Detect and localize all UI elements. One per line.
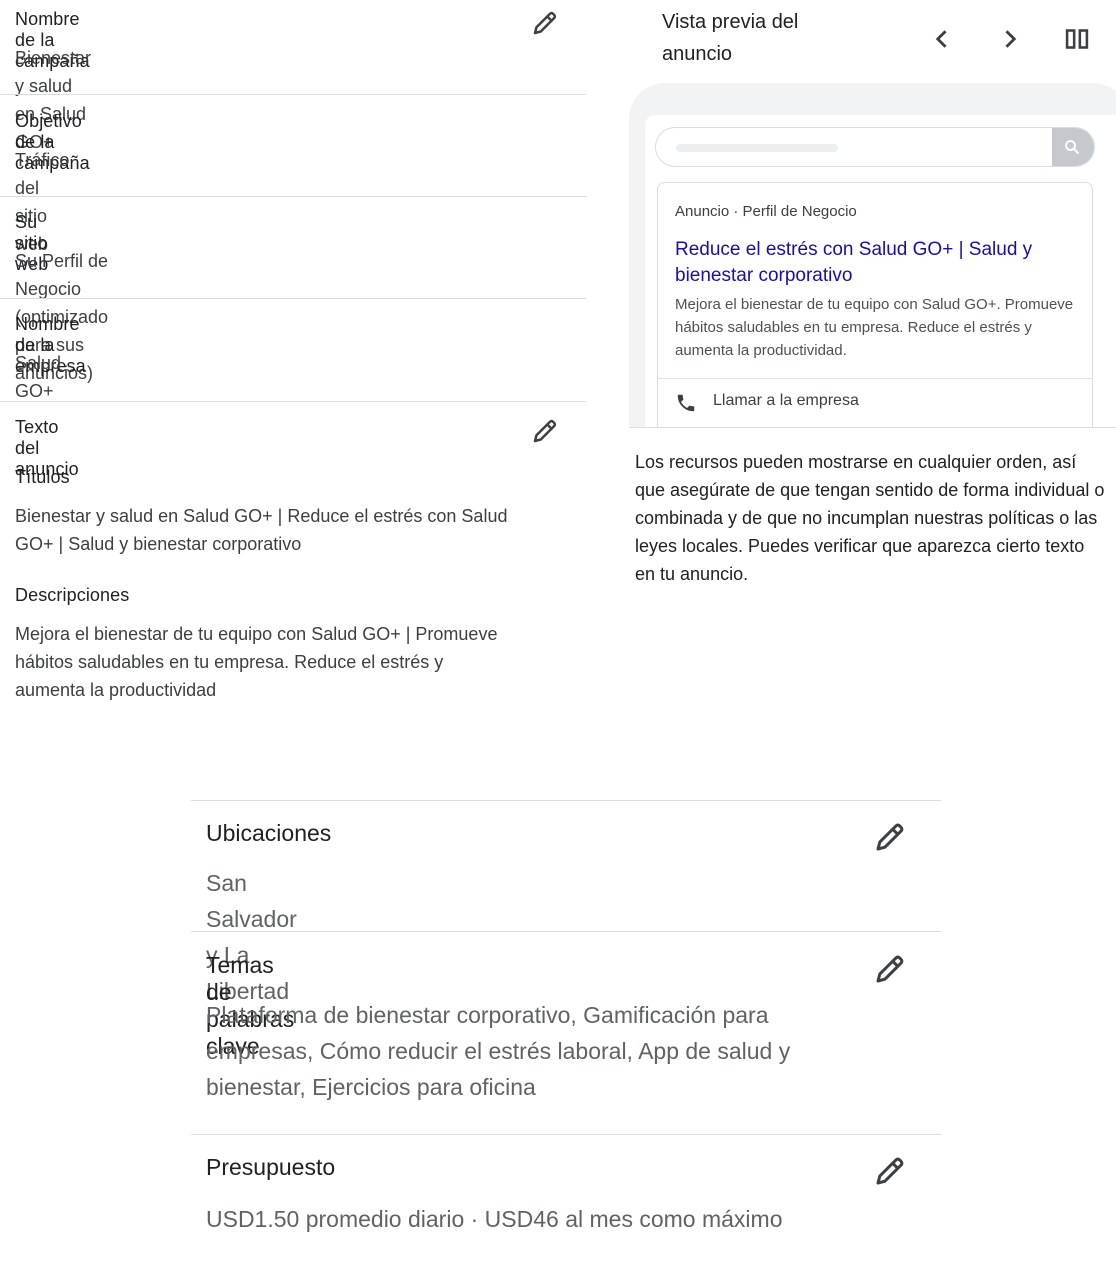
pencil-icon — [876, 823, 904, 851]
divider — [0, 196, 586, 197]
budget-label: Presupuesto — [206, 1154, 336, 1180]
business-name-value: Salud GO+ — [15, 353, 62, 401]
assets-notice: Los recursos pueden mostrarse en cualqui… — [635, 452, 1105, 584]
ad-meta-label: Anuncio · Perfil de Negocio — [675, 203, 857, 220]
pencil-icon — [876, 1157, 904, 1185]
chevron-left-icon — [935, 30, 947, 48]
ad-preview-title: Vista previa del anuncio — [662, 11, 799, 65]
titles-value: Bienestar y salud en Salud GO+ | Reduce … — [15, 506, 508, 554]
locations-label: Ubicaciones — [206, 820, 332, 846]
chevron-right-icon — [1005, 30, 1017, 48]
edit-keywords-button[interactable] — [872, 951, 908, 987]
search-icon — [1065, 140, 1079, 154]
pencil-icon — [876, 955, 904, 983]
ad-headline-link[interactable]: Reduce el estrés con Salud GO+ | Salud y… — [675, 237, 1075, 289]
ad-description: Mejora el bienestar de tu equipo con Sal… — [675, 296, 1074, 359]
divider — [191, 1134, 941, 1135]
divider — [0, 94, 586, 95]
previous-preview-button[interactable] — [925, 22, 959, 56]
next-preview-button[interactable] — [993, 22, 1027, 56]
call-business-button[interactable]: Llamar a la empresa — [675, 389, 935, 417]
keywords-value: Plataforma de bienestar corporativo, Gam… — [206, 1002, 791, 1100]
divider — [0, 401, 586, 402]
descriptions-label: Descripciones — [15, 585, 130, 605]
divider — [658, 378, 1092, 379]
search-button — [1052, 128, 1094, 166]
divider — [191, 931, 941, 932]
edit-campaign-name-button[interactable] — [530, 8, 560, 38]
edit-ad-text-button[interactable] — [530, 416, 560, 446]
call-business-label: Llamar a la empresa — [713, 392, 859, 409]
budget-value: USD1.50 promedio diario · USD46 al mes c… — [206, 1206, 783, 1232]
ad-preview-card: Anuncio · Perfil de Negocio Reduce el es… — [657, 182, 1093, 428]
phone-mockup: Anuncio · Perfil de Negocio Reduce el es… — [629, 83, 1116, 428]
titles-label: Títulos — [15, 467, 70, 487]
search-placeholder-line — [676, 144, 838, 152]
pencil-icon — [533, 11, 557, 35]
edit-locations-button[interactable] — [872, 819, 908, 855]
phone-icon — [677, 394, 695, 412]
divider — [629, 427, 1116, 428]
columns-icon — [1065, 29, 1089, 49]
pencil-icon — [533, 419, 557, 443]
phone-screen: Anuncio · Perfil de Negocio Reduce el es… — [645, 115, 1116, 428]
divider — [191, 800, 941, 801]
toggle-layout-button[interactable] — [1060, 22, 1094, 56]
mock-search-bar — [655, 127, 1095, 167]
descriptions-value: Mejora el bienestar de tu equipo con Sal… — [15, 624, 498, 700]
divider — [0, 298, 586, 299]
edit-budget-button[interactable] — [872, 1153, 908, 1189]
